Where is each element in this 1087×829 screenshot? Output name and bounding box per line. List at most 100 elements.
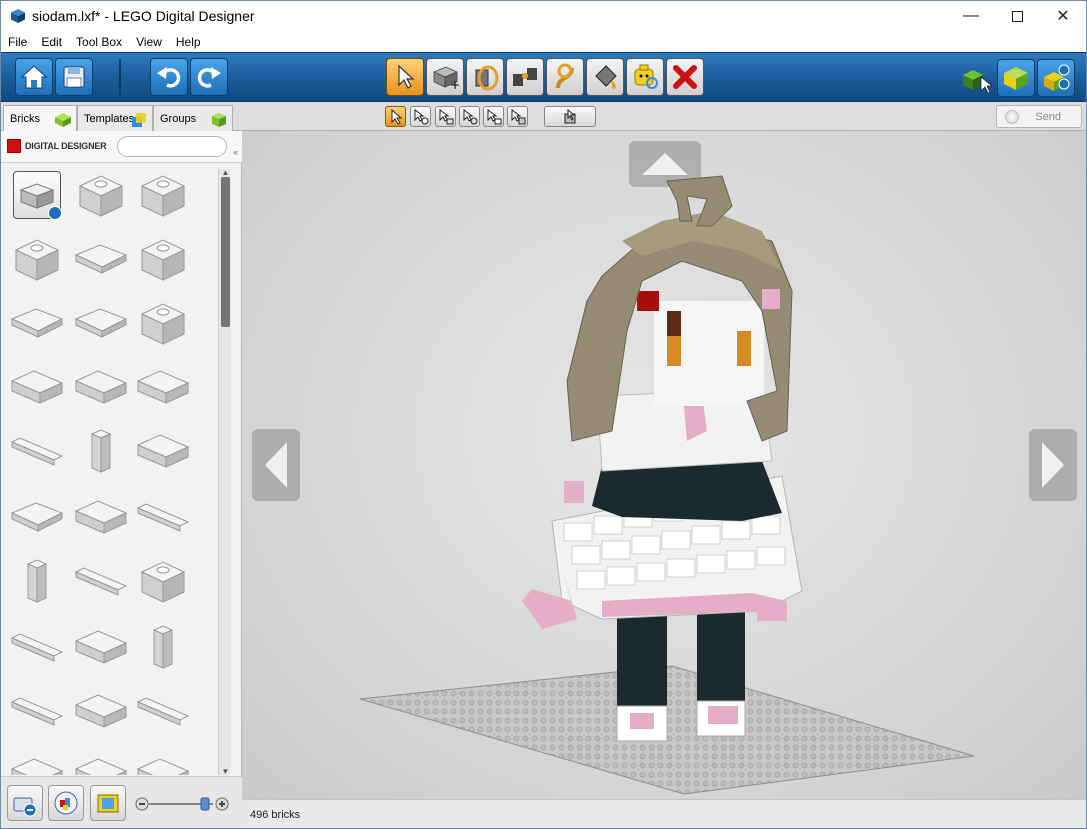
palette-bottom-bar [1, 776, 242, 828]
select-same-shape-button[interactable] [483, 106, 504, 127]
delete-tool-button[interactable] [666, 58, 704, 96]
collapse-panel-icon[interactable]: « [233, 147, 238, 157]
palette-collapse-brick[interactable] [9, 167, 65, 223]
paint-tool-button[interactable] [586, 58, 624, 96]
select-same-color-button[interactable] [459, 106, 480, 127]
brick-thumbnail [74, 758, 128, 775]
menu-help[interactable]: Help [169, 35, 208, 49]
select-connected-button[interactable] [435, 106, 456, 127]
hinge-align-tool-button[interactable] [506, 58, 544, 96]
tab-templates[interactable]: Templates [77, 105, 153, 131]
lego-model-scene[interactable] [242, 131, 1086, 799]
brick-thumbnail [74, 630, 128, 664]
close-window-button[interactable]: ✕ [1040, 1, 1086, 31]
select-tool-button[interactable] [386, 58, 424, 96]
save-button[interactable] [55, 58, 93, 96]
palette-brick[interactable] [73, 553, 129, 609]
palette-brick[interactable] [9, 553, 65, 609]
brick-thumbnail-selected [13, 171, 62, 220]
clone-tool-button[interactable]: + [426, 58, 464, 96]
palette-brick[interactable] [73, 489, 129, 545]
brick-tab-icon [55, 113, 71, 127]
cursor-icon [391, 108, 402, 125]
redo-button[interactable] [190, 58, 228, 96]
invert-selection-button[interactable] [544, 106, 596, 127]
palette-brick[interactable] [73, 619, 129, 675]
palette-brick[interactable] [9, 359, 65, 415]
home-button[interactable] [15, 58, 53, 96]
palette-brick[interactable] [135, 747, 191, 775]
palette-brick[interactable] [9, 295, 65, 351]
palette-brick[interactable] [73, 683, 129, 739]
palette-scroll-thumb[interactable] [221, 177, 230, 327]
menu-toolbox[interactable]: Tool Box [69, 35, 129, 49]
mode-build-button[interactable] [958, 60, 994, 96]
palette-brick[interactable] [135, 683, 191, 739]
brick-thumbnail [10, 370, 64, 404]
window-title: siodam.lxf* - LEGO Digital Designer [32, 8, 255, 24]
minimize-button[interactable]: — [948, 1, 994, 31]
brick-count: 496 bricks [250, 809, 301, 821]
decoration-tool-button[interactable] [626, 58, 664, 96]
tab-groups[interactable]: Groups [153, 105, 233, 131]
select-cursor-icon [398, 64, 415, 89]
build-mode-icon [963, 70, 993, 94]
minifig-model[interactable] [522, 175, 803, 742]
brick-thumbnail [136, 434, 190, 468]
flex-tool-button[interactable] [546, 58, 584, 96]
tab-bricks[interactable]: Bricks [3, 105, 77, 131]
building-guide-button[interactable] [1037, 59, 1075, 97]
palette-brick[interactable] [135, 295, 191, 351]
send-button[interactable]: Send [996, 105, 1082, 128]
palette-brick[interactable] [135, 359, 191, 415]
hinge-tool-button[interactable] [466, 58, 504, 96]
palette-brick[interactable] [135, 489, 191, 545]
palette-brick[interactable] [73, 167, 129, 223]
brick-thumbnail [152, 625, 174, 669]
brand-row: DIGITAL DESIGNER « [1, 131, 242, 163]
select-multiple-button[interactable] [410, 106, 431, 127]
palette-brick[interactable] [135, 619, 191, 675]
palette-brick[interactable] [9, 489, 65, 545]
menu-file[interactable]: File [1, 35, 34, 49]
palette-scrollbar[interactable]: ▲ ▼ [218, 168, 231, 776]
palette-brick[interactable] [73, 423, 129, 479]
palette-zoom-slider[interactable] [135, 796, 229, 812]
undo-button[interactable] [150, 58, 188, 96]
menu-edit[interactable]: Edit [34, 35, 69, 49]
maximize-button[interactable] [994, 1, 1040, 31]
mode-view-button[interactable] [997, 59, 1035, 97]
brick-search-input[interactable] [117, 136, 227, 157]
brick-thumbnail [10, 308, 64, 338]
brick-thumbnail [78, 175, 124, 217]
select-same-both-button[interactable] [507, 106, 528, 127]
select-single-button[interactable] [385, 106, 406, 127]
palette-brick[interactable] [9, 747, 65, 775]
minimize-icon: — [963, 7, 979, 24]
menu-view[interactable]: View [129, 35, 169, 49]
cursor-connected-icon [439, 108, 453, 124]
palette-brick[interactable] [9, 231, 65, 287]
palette-brick[interactable] [135, 423, 191, 479]
palette-brick[interactable] [73, 359, 129, 415]
brick-thumbnail [10, 758, 64, 775]
building-guide-icon [1044, 64, 1070, 91]
palette-brick[interactable] [9, 619, 65, 675]
palette-brick[interactable] [135, 553, 191, 609]
brick-thumbnail [10, 633, 64, 662]
palette-brick[interactable] [73, 747, 129, 775]
filter-colors-button[interactable] [48, 785, 84, 821]
palette-brick[interactable] [73, 231, 129, 287]
scroll-down-icon[interactable]: ▼ [221, 767, 230, 776]
scroll-up-icon[interactable]: ▲ [221, 168, 230, 177]
brick-thumbnail [74, 500, 128, 534]
palette-brick[interactable] [73, 295, 129, 351]
palette-brick[interactable] [135, 231, 191, 287]
3d-viewport[interactable] [242, 131, 1086, 799]
palette-view-button[interactable] [90, 785, 126, 821]
palette-brick[interactable] [9, 423, 65, 479]
menu-bar: File Edit Tool Box View Help [1, 31, 1086, 52]
palette-brick[interactable] [135, 167, 191, 223]
collapse-groups-button[interactable] [7, 785, 43, 821]
palette-brick[interactable] [9, 683, 65, 739]
